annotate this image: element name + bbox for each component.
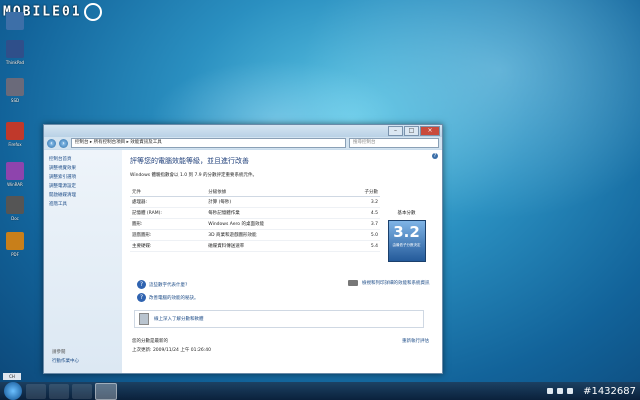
- language-indicator[interactable]: CH: [3, 373, 21, 380]
- score-table: 元件 分級依據 子分數 處理器: 計算 (每秒) 3.2 記憶體 (RAM): 每秒記憶體作…: [130, 188, 380, 252]
- table-row: 記憶體 (RAM): 每秒記憶體作業 4.5: [130, 207, 380, 219]
- desktop-icon-label: WinRAR: [7, 182, 23, 187]
- app-icon: [6, 12, 24, 30]
- base-score-badge: 3.2 由最低子分數決定: [387, 220, 426, 262]
- subscore-cell: 3.7: [340, 218, 380, 230]
- app-icon: [6, 196, 24, 214]
- printer-icon: [348, 280, 358, 286]
- table-row: 主要硬碟: 磁碟資料傳送速率 5.4: [130, 240, 380, 252]
- control-panel-taskbar-icon[interactable]: [95, 382, 117, 400]
- app-icon: [6, 122, 24, 140]
- left-link[interactable]: 進階工具: [49, 201, 117, 207]
- network-icon[interactable]: [547, 388, 554, 394]
- main-pane: ? 評等您的電腦效能等級，並且進行改善 Windows 體驗指數會以 1.0 到…: [122, 150, 442, 373]
- desktop-icon-label: PDF: [11, 252, 19, 257]
- desktop-icon-label: SSD: [10, 98, 20, 103]
- minimize-button[interactable]: –: [388, 126, 403, 136]
- basis-cell: 磁碟資料傳送速率: [206, 240, 341, 252]
- left-link[interactable]: 調整索引選項: [49, 174, 117, 180]
- see-also-title: 請參閱: [52, 350, 66, 355]
- explorer-taskbar-icon[interactable]: [49, 383, 69, 399]
- subscore-cell: 5.4: [340, 240, 380, 252]
- start-button[interactable]: [4, 382, 22, 400]
- desktop-icon-label: Firefox: [8, 142, 22, 147]
- what-numbers-mean-link[interactable]: ? 這些數字代表什麼?: [137, 280, 199, 289]
- subscore-cell: 3.2: [340, 196, 380, 208]
- table-header: 子分數: [340, 188, 380, 197]
- desktop-icon[interactable]: [3, 12, 27, 32]
- desktop-icon[interactable]: SSD: [3, 78, 27, 103]
- left-link[interactable]: 控制台首頁: [49, 156, 117, 162]
- component-cell: 主要硬碟:: [130, 240, 207, 252]
- app-icon: [6, 40, 24, 58]
- flag-icon[interactable]: [567, 388, 574, 394]
- desktop-icon-label: Doc: [11, 216, 19, 221]
- rerun-assessment-link[interactable]: 重新執行評估: [402, 338, 429, 344]
- left-link[interactable]: 調整視覺效果: [49, 165, 117, 171]
- print-details-link[interactable]: 檢視和列印詳細的效能和系統資訊: [348, 280, 430, 286]
- address-field[interactable]: 控制台 ▸ 所有控制台項目 ▸ 效能資訊及工具: [71, 138, 346, 148]
- desktop-icon[interactable]: WinRAR: [3, 162, 27, 187]
- base-score-box: 基本分數 3.2 由最低子分數決定: [384, 210, 429, 262]
- basis-cell: Windows Aero 的桌面效能: [206, 218, 341, 230]
- table-row: 遊戲圖形: 3D 商業和遊戲圖形效能 5.0: [130, 229, 380, 241]
- maximize-button[interactable]: □: [404, 126, 419, 136]
- help-icon[interactable]: ?: [432, 153, 438, 159]
- forward-button[interactable]: ›: [59, 138, 68, 148]
- title-bar[interactable]: – □ ×: [44, 125, 442, 137]
- status-footer: 您的分數是最新的 上次更新: 2009/11/24 上午 01:26:40: [132, 339, 211, 353]
- system-tray: #1432687: [547, 386, 640, 397]
- desktop-icon[interactable]: Doc: [3, 196, 27, 221]
- component-cell: 遊戲圖形:: [130, 229, 207, 241]
- left-link[interactable]: 開啟磁碟清理: [49, 192, 117, 198]
- subscore-cell: 4.5: [340, 207, 380, 219]
- online-learn-box[interactable]: 線上深入了解分數和軟體: [134, 310, 424, 328]
- base-score-value: 3.2: [393, 223, 420, 241]
- volume-icon[interactable]: [557, 388, 564, 394]
- desktop-icon[interactable]: PDF: [3, 232, 27, 257]
- intro-text: Windows 體驗指數會以 1.0 到 7.9 的分數評定重要系統元件。: [130, 173, 258, 178]
- table-row: 圖形: Windows Aero 的桌面效能 3.7: [130, 218, 380, 230]
- desktop-icon[interactable]: Firefox: [3, 122, 27, 147]
- question-icon: ?: [137, 293, 146, 302]
- taskbar: #1432687: [0, 382, 640, 400]
- component-cell: 記憶體 (RAM):: [130, 207, 207, 219]
- action-center-link[interactable]: 行動作業中心: [52, 358, 79, 364]
- page-title: 評等您的電腦效能等級，並且進行改善: [130, 157, 249, 165]
- component-cell: 圖形:: [130, 218, 207, 230]
- basis-cell: 計算 (每秒): [206, 196, 341, 208]
- app-icon: [6, 78, 24, 96]
- base-score-header: 基本分數: [397, 211, 416, 216]
- ie-taskbar-icon[interactable]: [26, 383, 46, 399]
- media-taskbar-icon[interactable]: [72, 383, 92, 399]
- basis-cell: 3D 商業和遊戲圖形效能: [206, 229, 341, 241]
- performance-window[interactable]: – □ × ‹ › 控制台 ▸ 所有控制台項目 ▸ 效能資訊及工具 搜尋控制台 …: [43, 124, 443, 374]
- book-icon: [139, 313, 149, 325]
- close-button[interactable]: ×: [420, 126, 440, 136]
- left-pane: 控制台首頁調整視覺效果 調整索引選項 調整電源設定 開啟磁碟清理 進階工具 請參閱 行動…: [44, 150, 122, 373]
- photo-id: #1432687: [583, 385, 636, 397]
- question-icon: ?: [137, 280, 146, 289]
- app-icon: [6, 232, 24, 250]
- app-icon: [6, 162, 24, 180]
- subscore-cell: 5.0: [340, 229, 380, 241]
- desktop-icon-label: ThinkPad: [5, 60, 25, 65]
- tips-link[interactable]: ? 改善電腦的效能的秘訣。: [137, 293, 199, 302]
- base-score-caption: 由最低子分數決定: [392, 243, 421, 247]
- search-input[interactable]: 搜尋控制台: [349, 138, 439, 148]
- table-header: 分級依據: [206, 188, 341, 197]
- table-header: 元件: [130, 188, 207, 197]
- left-link[interactable]: 調整電源設定: [49, 183, 117, 189]
- component-cell: 處理器:: [130, 196, 207, 208]
- back-button[interactable]: ‹: [47, 138, 56, 148]
- desktop-icon[interactable]: ThinkPad: [3, 40, 27, 65]
- table-row: 處理器: 計算 (每秒) 3.2: [130, 196, 380, 208]
- basis-cell: 每秒記憶體作業: [206, 207, 341, 219]
- address-bar: ‹ › 控制台 ▸ 所有控制台項目 ▸ 效能資訊及工具 搜尋控制台: [44, 137, 442, 149]
